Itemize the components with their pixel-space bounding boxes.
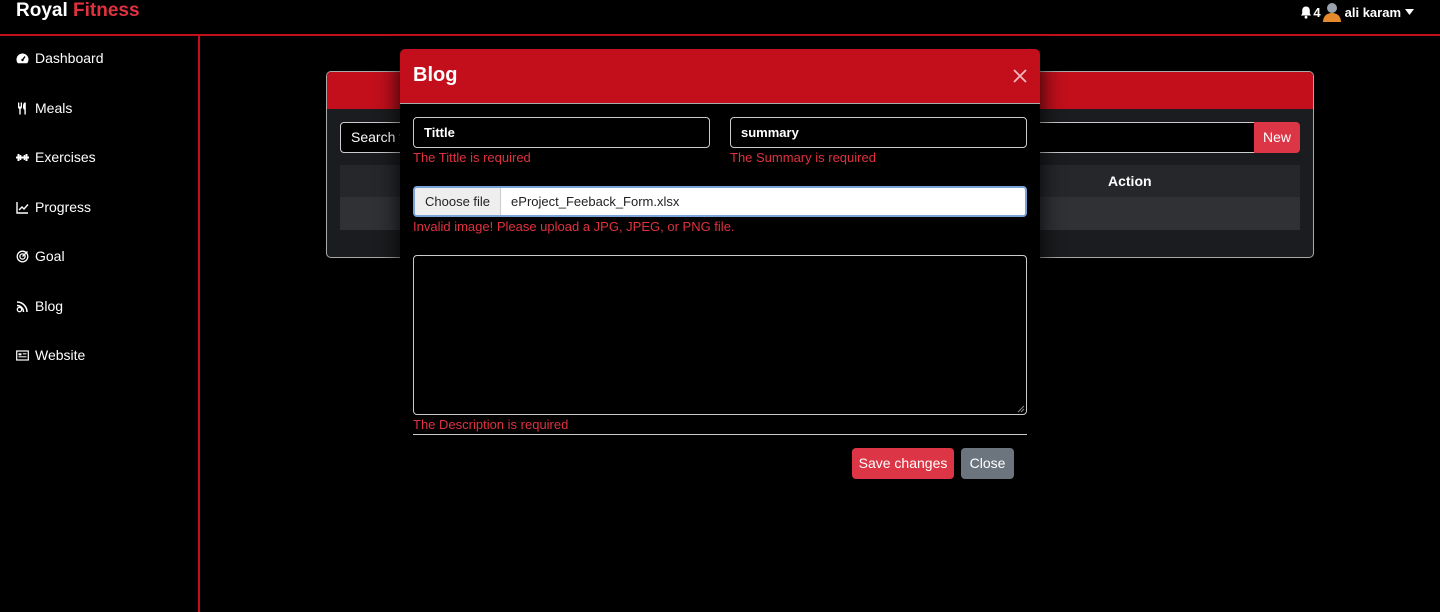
image-file-input[interactable]: Choose file eProject_Feeback_Form.xlsx [413,186,1027,217]
sidebar-item-website[interactable]: Website [16,347,85,363]
utensils-icon [18,102,26,114]
gauge-icon [16,53,29,63]
web-icon [16,349,29,361]
divider [413,434,1027,435]
close-icon[interactable] [1012,68,1028,84]
sidebar: Dashboard Meals Exercises Progress Goal … [0,36,200,612]
user-name[interactable]: ali karam [1345,5,1401,20]
sidebar-item-exercises[interactable]: Exercises [16,149,96,165]
sidebar-item-dashboard[interactable]: Dashboard [16,50,104,66]
file-name: eProject_Feeback_Form.xlsx [511,194,680,209]
blog-icon [16,300,28,312]
blog-modal: Blog Tittle The Tittle is required summa… [400,49,1040,505]
title-input[interactable]: Tittle [413,117,710,148]
brand-part1: Royal [16,0,68,21]
save-button[interactable]: Save changes [852,448,954,479]
user-menu[interactable]: 4 ali karam [1300,2,1414,22]
chevron-down-icon[interactable] [1405,9,1414,15]
sidebar-item-label: Blog [35,298,64,314]
sidebar-item-meals[interactable]: Meals [16,100,72,116]
sidebar-item-progress[interactable]: Progress [16,199,91,215]
summary-input[interactable]: summary [730,117,1027,148]
modal-title: Blog [413,64,458,86]
description-error: The Description is required [413,417,569,432]
sidebar-item-label: Goal [35,248,65,264]
dumbbell-icon [16,153,29,161]
brand-part2: Fitness [73,0,140,21]
chart-line-icon [16,201,29,214]
brand-logo[interactable]: Royal Fitness [16,0,140,22]
top-navbar: Royal Fitness 4 ali karam [0,0,1440,36]
sidebar-item-label: Meals [35,100,73,116]
sidebar-item-label: Progress [35,199,92,215]
target-icon [16,250,29,262]
resize-grip-icon[interactable] [1017,405,1025,413]
title-error: The Tittle is required [413,150,531,165]
modal-header: Blog [400,49,1040,104]
sidebar-item-label: Exercises [35,149,96,165]
avatar-icon[interactable] [1322,2,1341,22]
file-error: Invalid image! Please upload a JPG, JPEG… [413,219,735,234]
description-textarea[interactable] [413,255,1027,415]
sidebar-item-label: Dashboard [35,50,104,66]
bell-icon[interactable] [1300,6,1312,19]
sidebar-item-goal[interactable]: Goal [16,248,65,264]
choose-file-button[interactable]: Choose file [415,188,502,215]
summary-error: The Summary is required [730,150,876,165]
sidebar-item-blog[interactable]: Blog [16,298,63,314]
notification-count: 4 [1313,4,1321,20]
sidebar-item-label: Website [35,347,86,363]
close-button[interactable]: Close [961,448,1014,479]
